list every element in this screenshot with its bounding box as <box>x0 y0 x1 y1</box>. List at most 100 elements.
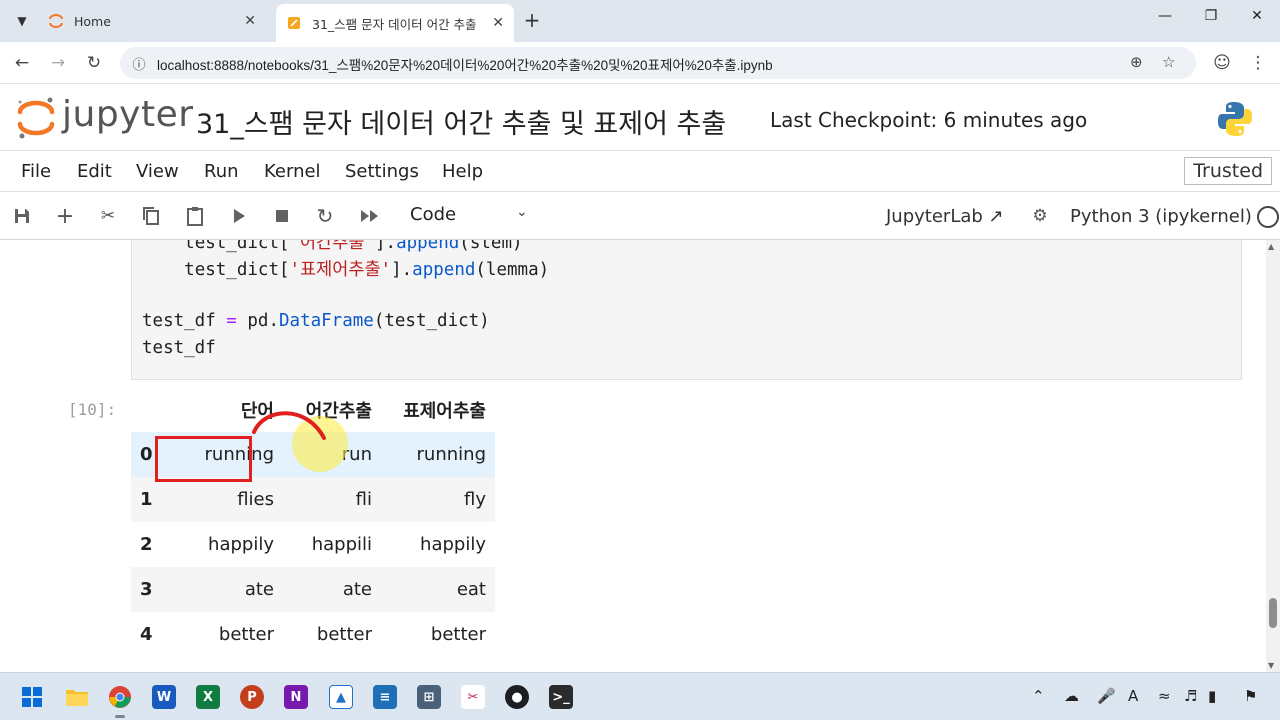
table-row: 1 flies fli fly <box>131 477 495 522</box>
battery-icon[interactable]: ▮ <box>1208 687 1216 705</box>
address-bar: ← → ↻ ⓘ localhost:8888/notebooks/31_스팸%2… <box>0 42 1280 84</box>
word-icon[interactable]: W <box>152 685 176 709</box>
minimize-icon[interactable]: — <box>1150 8 1180 24</box>
bookmark-star-icon[interactable]: ☆ <box>1162 53 1175 71</box>
run-icon[interactable] <box>227 204 251 228</box>
restart-icon[interactable]: ↻ <box>313 204 337 228</box>
table-cell: ate <box>283 567 381 612</box>
cut-icon[interactable]: ✂ <box>96 204 120 228</box>
notebook-toolbar: + ✂ ↻ Code ⌄ JupyterLab ↗ ⚙ Python 3 (ip… <box>0 192 1280 240</box>
chrome-icon[interactable] <box>108 685 132 718</box>
file-explorer-icon[interactable] <box>65 685 89 709</box>
notebook-title[interactable]: 31_스팸 문자 데이터 어간 추출 및 표제어 추출 <box>196 102 726 141</box>
code-line: test_dict['표제어추출'].append(lemma) <box>184 260 550 280</box>
debugger-bug-icon[interactable]: ⚙ <box>1028 204 1052 228</box>
save-icon[interactable] <box>10 204 34 228</box>
table-cell: fly <box>381 477 495 522</box>
jupyter-logo-icon[interactable] <box>16 96 56 140</box>
menu-kernel[interactable]: Kernel <box>264 161 321 182</box>
last-checkpoint: Last Checkpoint: 6 minutes ago <box>770 108 1088 132</box>
onenote-icon[interactable]: N <box>284 685 308 709</box>
calculator-icon[interactable]: ⊞ <box>417 685 441 709</box>
jupyter-favicon-icon <box>49 14 63 28</box>
code-line: test_df <box>142 338 216 358</box>
back-icon[interactable]: ← <box>10 52 34 74</box>
tab-home[interactable]: Home ✕ <box>38 6 266 36</box>
scroll-down-icon[interactable]: ▼ <box>1268 661 1274 670</box>
table-cell: eat <box>381 567 495 612</box>
windows-start-icon[interactable] <box>20 685 44 709</box>
reload-icon[interactable]: ↻ <box>82 52 106 74</box>
table-cell: ate <box>163 567 283 612</box>
zoom-icon[interactable]: ⊕ <box>1130 53 1143 71</box>
jupyterlab-link[interactable]: JupyterLab ↗ <box>886 206 1004 227</box>
menu-run[interactable]: Run <box>204 161 239 182</box>
paste-icon[interactable] <box>183 204 207 228</box>
powerpoint-icon[interactable]: P <box>240 685 264 709</box>
tab-notebook[interactable]: 31_스팸 문자 데이터 어간 추출 ✕ <box>276 4 514 42</box>
url-input[interactable]: ⓘ localhost:8888/notebooks/31_스팸%20문자%20… <box>120 47 1196 79</box>
site-info-icon[interactable]: ⓘ <box>130 54 148 73</box>
restore-icon[interactable]: ❐ <box>1196 8 1226 24</box>
profile-icon[interactable]: ☺ <box>1210 52 1234 74</box>
forward-icon[interactable]: → <box>46 52 70 74</box>
jupyter-wordmark: jupyter <box>62 94 194 135</box>
scrollbar-thumb[interactable] <box>1269 598 1277 628</box>
trusted-indicator[interactable]: Trusted <box>1184 157 1272 185</box>
notepad-icon[interactable]: ≡ <box>373 685 397 709</box>
tab-title: Home <box>74 13 111 29</box>
copy-icon[interactable] <box>139 204 163 228</box>
fast-forward-icon[interactable] <box>358 204 382 228</box>
language-icon[interactable]: A <box>1128 687 1138 705</box>
menu-bar: File Edit View Run Kernel Settings Help … <box>0 150 1280 192</box>
row-index: 1 <box>131 477 163 522</box>
new-tab-icon[interactable]: + <box>520 8 544 32</box>
table-cell: better <box>316 624 372 645</box>
notebook-content[interactable]: test_dict['어간추출'].append(stem) test_dict… <box>0 240 1266 672</box>
table-cell: running <box>381 432 495 477</box>
kernel-name[interactable]: Python 3 (ipykernel) <box>1070 206 1252 227</box>
add-cell-icon[interactable]: + <box>53 204 77 229</box>
code-cell-editor[interactable]: test_dict['어간추출'].append(stem) test_dict… <box>131 240 1242 380</box>
microphone-icon[interactable]: 🎤 <box>1097 687 1116 705</box>
menu-file[interactable]: File <box>21 161 51 182</box>
close-tab-icon[interactable]: ✕ <box>492 15 504 31</box>
volume-icon[interactable]: ♬ <box>1184 687 1197 705</box>
menu-help[interactable]: Help <box>442 161 483 182</box>
chevron-up-icon[interactable]: ⌃ <box>1032 687 1045 705</box>
table-cell: flies <box>163 477 283 522</box>
snipping-tool-icon[interactable]: ✂ <box>461 685 485 709</box>
more-menu-icon[interactable]: ⋮ <box>1246 52 1270 74</box>
row-index: 4 <box>140 624 153 645</box>
menu-settings[interactable]: Settings <box>345 161 419 182</box>
cell-type-select[interactable]: Code <box>410 204 456 225</box>
row-index: 3 <box>131 567 163 612</box>
windows-taskbar: W X P N ▲ ≡ ⊞ ✂ ● >_ ⌃ ☁ 🎤 A ≈ ♬ ▮ ⚑ <box>0 672 1280 720</box>
annotation-highlight-box <box>155 436 252 482</box>
cloud-icon[interactable]: ☁ <box>1064 687 1079 705</box>
index-header <box>131 388 163 432</box>
table-cell: happili <box>311 534 372 555</box>
table-row: 2 happily happili happily <box>131 522 495 567</box>
tab-search-chevron-icon[interactable]: ▼ <box>8 8 36 34</box>
close-window-icon[interactable]: ✕ <box>1242 8 1272 24</box>
table-cell: happily <box>208 534 274 555</box>
chevron-down-icon[interactable]: ⌄ <box>516 204 528 220</box>
kernel-status-icon <box>1257 206 1279 228</box>
wifi-icon[interactable]: ≈ <box>1158 687 1171 705</box>
notifications-icon[interactable]: ⚑ <box>1244 687 1257 705</box>
close-tab-icon[interactable]: ✕ <box>244 13 256 29</box>
url-text: localhost:8888/notebooks/31_스팸%20문자%20데이… <box>157 58 773 73</box>
app-blue-icon[interactable]: ▲ <box>329 685 353 709</box>
column-header: 표제어추출 <box>403 401 486 422</box>
menu-view[interactable]: View <box>136 161 179 182</box>
annotation-arrow-arc <box>252 411 326 440</box>
terminal-icon[interactable]: >_ <box>549 685 573 709</box>
table-row: 4 better better better <box>131 612 495 657</box>
menu-edit[interactable]: Edit <box>77 161 112 182</box>
stop-icon[interactable] <box>270 204 294 228</box>
github-icon[interactable]: ● <box>505 685 529 709</box>
excel-icon[interactable]: X <box>196 685 220 709</box>
scroll-up-icon[interactable]: ▲ <box>1268 242 1274 251</box>
vertical-scrollbar[interactable]: ▲ ▼ <box>1266 240 1280 672</box>
